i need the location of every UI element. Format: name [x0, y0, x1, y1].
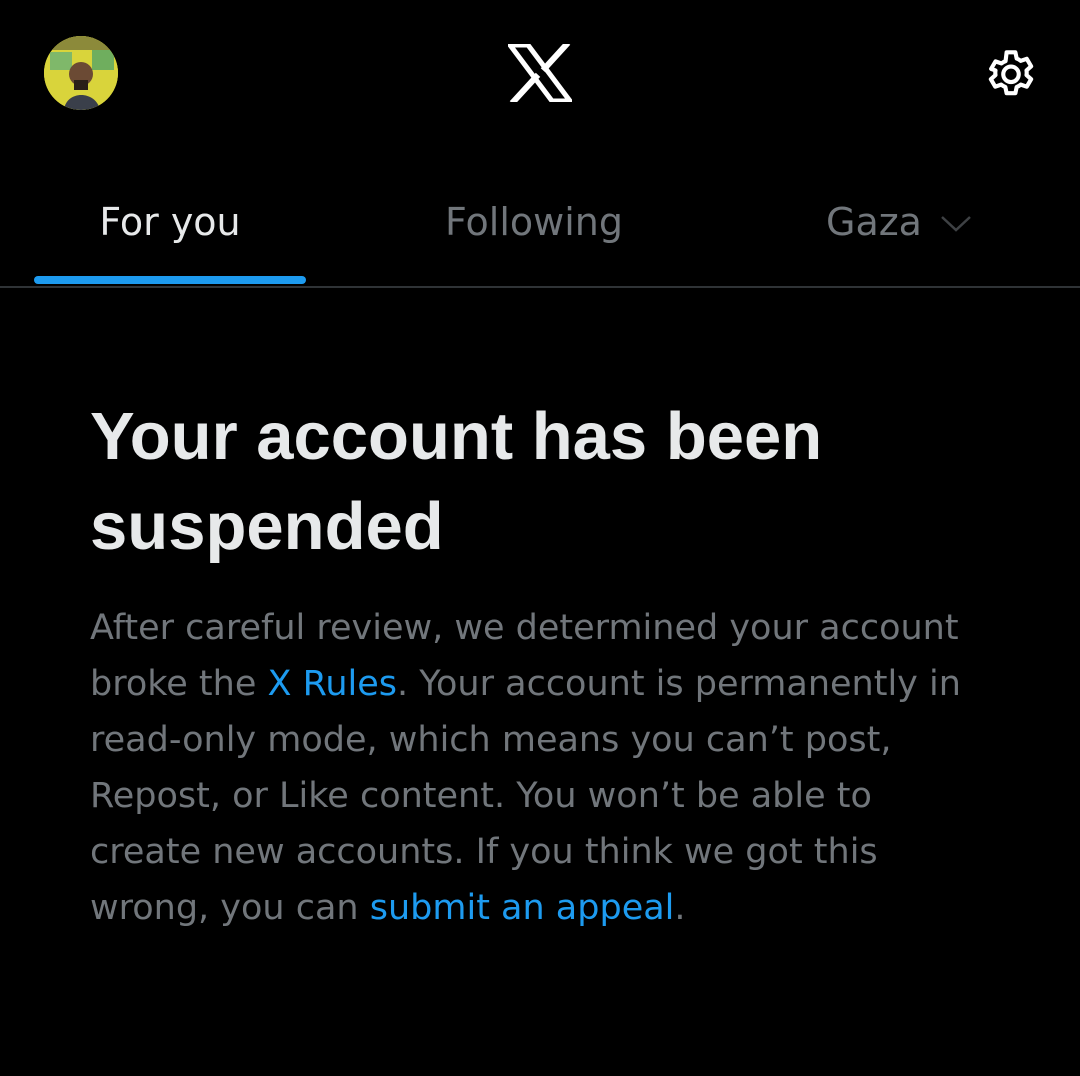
tab-for-you[interactable]: For you	[34, 180, 306, 286]
gear-icon[interactable]	[980, 42, 1042, 104]
top-bar	[0, 0, 1080, 150]
suspension-notice: Your account has been suspended After ca…	[90, 392, 1010, 936]
tab-label: Following	[445, 200, 623, 244]
message-text: .	[674, 888, 686, 928]
active-tab-indicator	[34, 276, 306, 284]
tab-bar: For you Following Gaza	[0, 180, 1080, 288]
x-rules-link[interactable]: X Rules	[268, 664, 398, 704]
avatar-image	[44, 36, 118, 110]
suspension-title: Your account has been suspended	[90, 399, 823, 564]
tab-gaza[interactable]: Gaza	[800, 180, 1000, 286]
avatar[interactable]	[44, 36, 118, 110]
chevron-down-icon[interactable]	[940, 179, 972, 263]
suspension-message: After careful review, we determined your…	[90, 600, 990, 936]
tab-following[interactable]: Following	[398, 180, 670, 286]
tab-label: For you	[99, 200, 241, 244]
tab-label: Gaza	[826, 200, 922, 244]
submit-appeal-link[interactable]: submit an appeal	[370, 888, 675, 928]
x-logo-icon[interactable]	[505, 40, 575, 106]
